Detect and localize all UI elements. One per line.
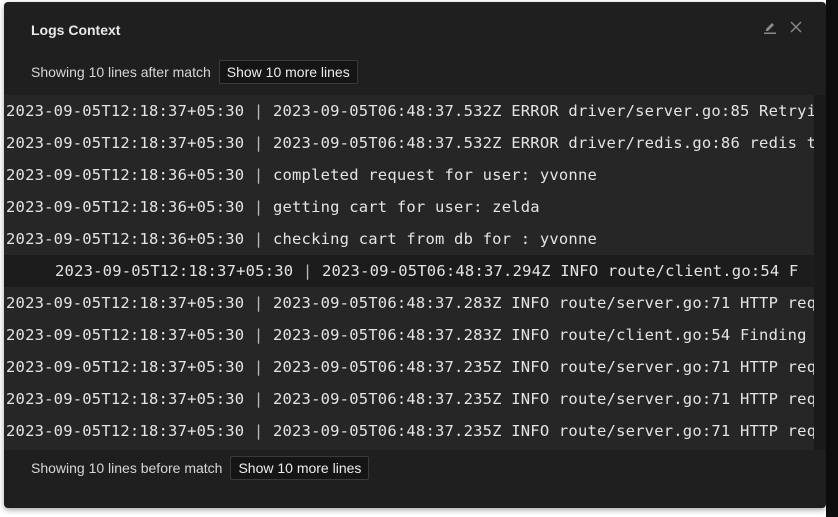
log-separator: | [253,326,264,344]
log-separator: | [302,262,313,280]
log-separator: | [253,358,264,376]
log-timestamp: 2023-09-05T12:18:36+05:30 [6,230,245,248]
log-timestamp: 2023-09-05T12:18:36+05:30 [6,166,245,184]
log-line[interactable]: 2023-09-05T12:18:37+05:30 | 2023-09-05T0… [6,127,814,159]
log-line[interactable]: 2023-09-05T12:18:37+05:30 | 2023-09-05T0… [6,319,807,351]
log-message: 2023-09-05T06:48:37.294Z INFO route/clie… [321,262,799,280]
before-match-bar: Showing 10 lines before match Show 10 mo… [31,456,370,480]
log-separator: | [253,102,264,120]
log-timestamp: 2023-09-05T12:18:37+05:30 [6,102,245,120]
log-message: getting cart for user: zelda [272,198,540,216]
dialog-header-actions [762,19,804,35]
log-timestamp: 2023-09-05T12:18:37+05:30 [6,358,245,376]
log-timestamp: 2023-09-05T12:18:37+05:30 [55,262,294,280]
log-message: 2023-09-05T06:48:37.532Z ERROR driver/se… [272,102,814,120]
show-more-after-button[interactable]: Show 10 more lines [218,60,358,84]
log-timestamp: 2023-09-05T12:18:37+05:30 [6,294,245,312]
dialog-title: Logs Context [31,22,121,38]
show-more-before-button[interactable]: Show 10 more lines [230,456,370,480]
log-timestamp: 2023-09-05T12:18:37+05:30 [6,134,245,152]
log-message: 2023-09-05T06:48:37.532Z ERROR driver/re… [272,134,814,152]
background-page [826,0,838,517]
log-timestamp: 2023-09-05T12:18:37+05:30 [6,422,245,440]
log-separator: | [253,134,264,152]
log-line[interactable]: 2023-09-05T12:18:36+05:30 | completed re… [6,159,597,191]
scrollbar-track[interactable] [814,95,826,450]
log-line[interactable]: 2023-09-05T12:18:37+05:30 | 2023-09-05T0… [6,351,814,383]
log-separator: | [253,422,264,440]
log-lines-list: 2023-09-05T12:18:37+05:30 | 2023-09-05T0… [4,95,814,450]
log-line[interactable]: 2023-09-05T12:18:37+05:30 | 2023-09-05T0… [6,287,814,319]
log-line[interactable]: 2023-09-05T12:18:37+05:30 | 2023-09-05T0… [6,383,814,415]
log-timestamp: 2023-09-05T12:18:36+05:30 [6,198,245,216]
log-timestamp: 2023-09-05T12:18:37+05:30 [6,390,245,408]
log-separator: | [253,230,264,248]
log-line-match[interactable]: 2023-09-05T12:18:37+05:30 | 2023-09-05T0… [4,255,814,287]
before-match-label: Showing 10 lines before match [31,460,223,476]
after-match-label: Showing 10 lines after match [31,64,211,80]
logs-context-dialog: Logs Context Showing 10 lines after matc… [4,2,826,508]
log-message: 2023-09-05T06:48:37.283Z INFO route/clie… [272,326,807,344]
log-separator: | [253,198,264,216]
log-line[interactable]: 2023-09-05T12:18:37+05:30 | 2023-09-05T0… [6,95,814,127]
log-message: 2023-09-05T06:48:37.235Z INFO route/serv… [272,358,814,376]
log-message: completed request for user: yvonne [272,166,598,184]
log-message: 2023-09-05T06:48:37.283Z INFO route/serv… [272,294,814,312]
close-icon[interactable] [788,19,804,35]
log-message: checking cart from db for : yvonne [272,230,598,248]
pencil-icon[interactable] [762,19,778,35]
log-timestamp: 2023-09-05T12:18:37+05:30 [6,326,245,344]
after-match-bar: Showing 10 lines after match Show 10 mor… [31,60,358,84]
log-line[interactable]: 2023-09-05T12:18:37+05:30 | 2023-09-05T0… [6,415,814,447]
log-message: 2023-09-05T06:48:37.235Z INFO route/serv… [272,390,814,408]
log-message: 2023-09-05T06:48:37.235Z INFO route/serv… [272,422,814,440]
log-separator: | [253,390,264,408]
log-separator: | [253,166,264,184]
log-line[interactable]: 2023-09-05T12:18:36+05:30 | getting cart… [6,191,540,223]
log-line[interactable]: 2023-09-05T12:18:36+05:30 | checking car… [6,223,597,255]
log-separator: | [253,294,264,312]
